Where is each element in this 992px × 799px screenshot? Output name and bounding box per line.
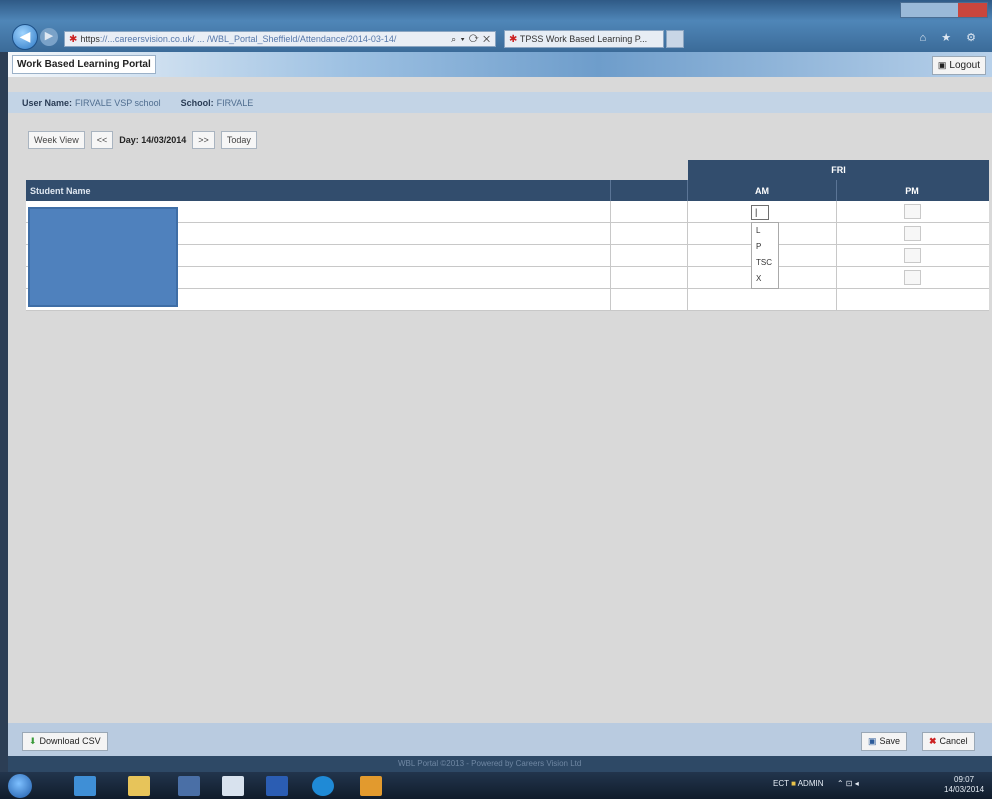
- start-button-icon[interactable]: [8, 774, 32, 798]
- cell-divider: [610, 245, 611, 266]
- dropdown-option-p[interactable]: P: [752, 239, 778, 255]
- logout-label: Logout: [949, 60, 980, 71]
- site-favicon-icon: ✱: [69, 33, 78, 45]
- clock[interactable]: 09:07 14/03/2014: [944, 775, 984, 795]
- pm-attendance-input[interactable]: [904, 248, 921, 263]
- address-controls-icon[interactable]: ⌕ ▾ ⟳ ✕: [451, 34, 495, 45]
- cancel-label: Cancel: [939, 736, 968, 746]
- cell-divider: [610, 201, 611, 222]
- cell-divider: [836, 267, 837, 288]
- cell-divider: [687, 223, 688, 244]
- tab-title: TPSS Work Based Learning P...: [519, 34, 648, 44]
- am-header: AM: [755, 186, 769, 196]
- save-button[interactable]: ▣ Save: [861, 732, 908, 751]
- pm-attendance-input[interactable]: [904, 270, 921, 285]
- school-value: FIRVALE: [216, 97, 254, 108]
- address-bar[interactable]: ✱ https ://...careersvision.co.uk/ ... /…: [64, 31, 496, 47]
- cell-divider: [687, 245, 688, 266]
- day-value: 14/03/2014: [141, 135, 187, 145]
- system-tray: ECT ■ ADMIN ⌃ ⊡ ◂: [773, 779, 859, 788]
- address-scheme: https: [80, 34, 100, 44]
- download-csv-label: Download CSV: [39, 736, 101, 746]
- day-column-header: FRI: [688, 160, 989, 180]
- week-view-button[interactable]: Week View: [28, 131, 85, 149]
- browser-chrome: ◀ ▶ ✱ https ://...careersvision.co.uk/ .…: [0, 0, 992, 52]
- back-button[interactable]: ◀: [12, 24, 38, 50]
- column-divider: [610, 180, 611, 201]
- date-navigation: Week View << Day: 14/03/2014 >> Today: [28, 131, 257, 149]
- pm-attendance-input[interactable]: [904, 226, 921, 241]
- network-app-icon[interactable]: [222, 776, 244, 796]
- today-button[interactable]: Today: [220, 131, 257, 149]
- attendance-code-dropdown[interactable]: L P TSC X: [751, 222, 779, 289]
- portal-title: Work Based Learning Portal: [12, 55, 156, 74]
- outlook-icon[interactable]: [360, 776, 382, 796]
- cell-divider: [836, 201, 837, 222]
- cancel-icon: ✖: [929, 736, 937, 746]
- portal-footer-text: WBL Portal ©2013 - Powered by Careers Vi…: [398, 759, 582, 768]
- tray-user[interactable]: ADMIN: [798, 779, 824, 788]
- dropdown-option-x[interactable]: X: [752, 271, 778, 287]
- window-controls[interactable]: [900, 2, 988, 18]
- cell-divider: [687, 267, 688, 288]
- internet-explorer-icon[interactable]: [74, 776, 96, 796]
- file-explorer-icon[interactable]: [128, 776, 150, 796]
- portal-footer: WBL Portal ©2013 - Powered by Careers Vi…: [8, 756, 992, 772]
- cell-divider: [836, 223, 837, 244]
- cell-divider: [687, 289, 688, 310]
- pm-header: PM: [905, 186, 919, 196]
- forward-button[interactable]: ▶: [40, 28, 58, 46]
- cell-divider: [836, 289, 837, 310]
- save-label: Save: [879, 736, 901, 746]
- cell-divider: [610, 267, 611, 288]
- day-label: Day:: [119, 135, 139, 145]
- cell-divider: [610, 223, 611, 244]
- clock-time: 09:07: [954, 775, 975, 784]
- attendance-table: | L P TSC X: [26, 201, 989, 311]
- cell-divider: [687, 201, 688, 222]
- save-icon: ▣: [868, 736, 877, 746]
- am-attendance-input[interactable]: |: [751, 205, 769, 220]
- download-csv-button[interactable]: ⬇ Download CSV: [22, 732, 108, 751]
- user-info-bar: User Name: FIRVALE VSP school School: FI…: [8, 92, 992, 113]
- home-star-gear-icon[interactable]: ⌂ ★ ⚙: [920, 31, 982, 44]
- taskbar: ECT ■ ADMIN ⌃ ⊡ ◂ 09:07 14/03/2014: [0, 772, 992, 799]
- tray-arrows-icon[interactable]: ⌃ ⊡ ◂: [837, 779, 859, 788]
- student-name-header: Student Name: [30, 186, 91, 196]
- download-icon: ⬇: [29, 736, 37, 746]
- previous-day-button[interactable]: <<: [90, 131, 114, 149]
- cell-divider: [836, 245, 837, 266]
- tray-language[interactable]: ECT: [773, 779, 789, 788]
- chrome-icon[interactable]: [312, 776, 334, 796]
- table-header: Student Name AM PM: [26, 180, 989, 201]
- logout-icon: ▣: [937, 60, 947, 70]
- redacted-student-names: [28, 207, 178, 307]
- footer-action-bar: ⬇ Download CSV ▣ Save ✖ Cancel: [8, 723, 992, 756]
- day-display: Day: 14/03/2014: [119, 135, 186, 145]
- main-content: User Name: FIRVALE VSP school School: FI…: [8, 77, 992, 723]
- user-folder-icon: ■: [791, 779, 796, 788]
- user-name-label: User Name:: [22, 97, 73, 108]
- portal-header: Work Based Learning Portal ▣ Logout: [8, 52, 992, 77]
- address-url: ://...careersvision.co.uk/ ... /WBL_Port…: [99, 34, 397, 44]
- media-player-icon[interactable]: [178, 776, 200, 796]
- school-label: School:: [180, 97, 214, 108]
- tab-favicon-icon: ✱: [509, 33, 518, 45]
- cancel-button[interactable]: ✖ Cancel: [922, 732, 975, 751]
- browser-tab[interactable]: ✱ TPSS Work Based Learning P...: [504, 30, 664, 48]
- word-icon[interactable]: [266, 776, 288, 796]
- dropdown-option-tsc[interactable]: TSC: [752, 255, 778, 271]
- pm-attendance-input[interactable]: [904, 204, 921, 219]
- dropdown-option-l[interactable]: L: [752, 223, 778, 239]
- next-day-button[interactable]: >>: [192, 131, 215, 149]
- clock-date: 14/03/2014: [944, 785, 985, 794]
- user-name-value: FIRVALE VSP school: [75, 97, 161, 108]
- cell-divider: [610, 289, 611, 310]
- new-tab-button[interactable]: [666, 30, 684, 48]
- logout-button[interactable]: ▣ Logout: [931, 56, 986, 75]
